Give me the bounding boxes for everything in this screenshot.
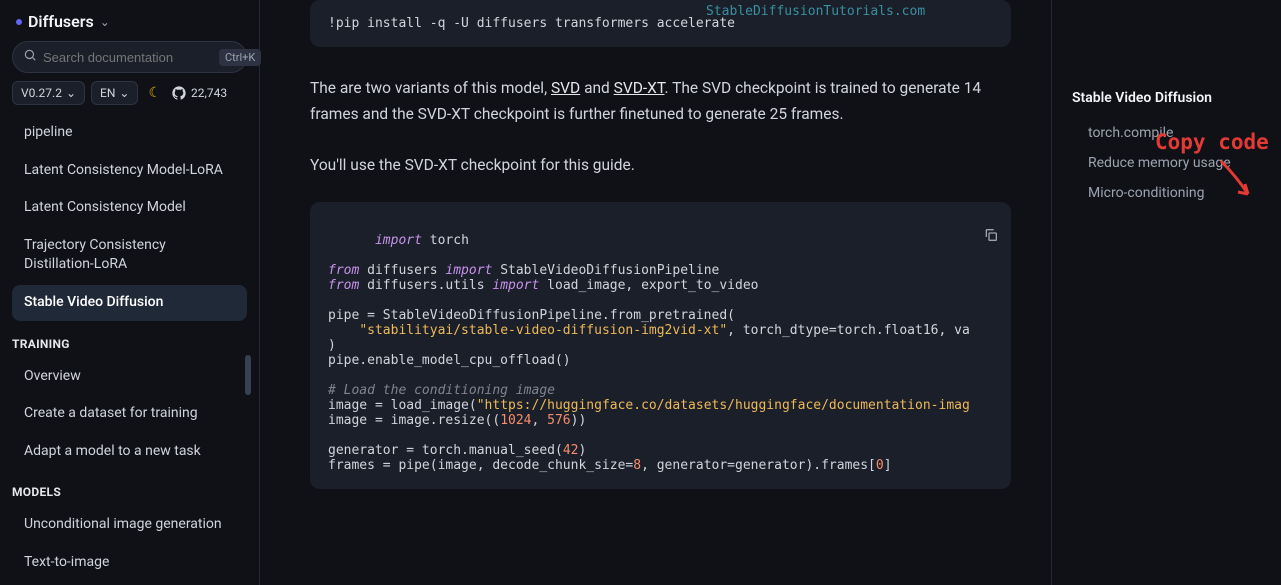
toc-item[interactable]: Reduce memory usage bbox=[1072, 148, 1265, 178]
version-dropdown[interactable]: V0.27.2 ⌄ bbox=[12, 81, 85, 105]
search-kbd: Ctrl+K bbox=[219, 49, 261, 66]
main: !pip install -q -U diffusers transformer… bbox=[260, 0, 1281, 585]
sidebar: Diffusers ⌄ Ctrl+K V0.27.2 ⌄ EN ⌄ ☾ 22,7… bbox=[0, 0, 260, 585]
search-icon bbox=[23, 48, 37, 66]
toc-title[interactable]: Stable Video Diffusion bbox=[1072, 90, 1265, 106]
toc-item[interactable]: torch.compile bbox=[1072, 118, 1265, 148]
code-token bbox=[328, 323, 359, 338]
brand-name: Diffusers bbox=[28, 12, 94, 31]
text: and bbox=[580, 79, 613, 97]
code-block-main: import torch from diffusers import Stabl… bbox=[310, 202, 1011, 489]
code-token: frames = pipe(image, decode_chunk_size= bbox=[328, 458, 633, 473]
paragraph: The are two variants of this model, SVD … bbox=[310, 75, 1011, 128]
code-token: diffusers bbox=[359, 263, 445, 278]
github-stars: 22,743 bbox=[191, 86, 227, 100]
code-token: image = image.resize(( bbox=[328, 413, 500, 428]
paragraph: You'll use the SVD-XT checkpoint for thi… bbox=[310, 152, 1011, 178]
chevron-down-icon: ⌄ bbox=[100, 15, 110, 29]
code-token: 0 bbox=[876, 458, 884, 473]
code-token: "https://huggingface.co/datasets/hugging… bbox=[477, 398, 970, 413]
nav-heading: TRAINING bbox=[12, 323, 247, 359]
lang-label: EN bbox=[100, 86, 115, 100]
code-line: !pip install -q -U diffusers transformer… bbox=[328, 16, 735, 31]
copy-button[interactable] bbox=[920, 212, 999, 262]
code-token: import bbox=[375, 233, 422, 248]
top-controls: V0.27.2 ⌄ EN ⌄ ☾ 22,743 bbox=[8, 81, 251, 115]
sidebar-item[interactable]: Trajectory Consistency Distillation-LoRA bbox=[12, 228, 247, 283]
code-block-install: !pip install -q -U diffusers transformer… bbox=[310, 0, 1011, 47]
code-token: StableVideoDiffusionPipeline bbox=[492, 263, 719, 278]
code-token: from bbox=[328, 278, 359, 293]
code-token: from bbox=[328, 263, 359, 278]
sidebar-item[interactable]: pipeline bbox=[12, 115, 247, 151]
scrollbar-thumb[interactable] bbox=[245, 355, 251, 395]
content: !pip install -q -U diffusers transformer… bbox=[260, 0, 1051, 585]
code-token: 576 bbox=[547, 413, 570, 428]
sidebar-item[interactable]: Adapt a model to a new task bbox=[12, 434, 247, 470]
code-token: ) bbox=[578, 443, 586, 458]
link-svd[interactable]: SVD bbox=[551, 79, 580, 97]
code-token: load_image, export_to_video bbox=[539, 278, 758, 293]
code-token: torch bbox=[422, 233, 469, 248]
code-token: pipe = StableVideoDiffusionPipeline.from… bbox=[328, 308, 735, 323]
code-token: "stabilityai/stable-video-diffusion-img2… bbox=[359, 323, 727, 338]
chevron-down-icon: ⌄ bbox=[66, 86, 76, 100]
code-token: # Load the conditioning image bbox=[328, 383, 555, 398]
search-input[interactable] bbox=[43, 50, 219, 65]
brand-row[interactable]: Diffusers ⌄ bbox=[8, 10, 251, 41]
copy-icon bbox=[983, 227, 999, 243]
version-label: V0.27.2 bbox=[21, 86, 62, 100]
theme-toggle-icon[interactable]: ☾ bbox=[144, 85, 165, 101]
code-token: , torch_dtype=torch.float16, va bbox=[727, 323, 970, 338]
code-token: image = load_image( bbox=[328, 398, 477, 413]
code-token: )) bbox=[571, 413, 587, 428]
code-token: pipe.enable_model_cpu_offload() bbox=[328, 353, 571, 368]
code-token: , bbox=[532, 413, 548, 428]
sidebar-item[interactable]: Create a dataset for training bbox=[12, 396, 247, 432]
sidebar-item[interactable]: Latent Consistency Model bbox=[12, 190, 247, 226]
code-token: ] bbox=[884, 458, 892, 473]
nav-list: pipeline Latent Consistency Model-LoRA L… bbox=[8, 115, 251, 575]
sidebar-item[interactable]: Text-to-image bbox=[12, 545, 247, 575]
text: The are two variants of this model, bbox=[310, 79, 551, 97]
sidebar-item-active[interactable]: Stable Video Diffusion bbox=[12, 285, 247, 321]
code-token: generator = torch.manual_seed( bbox=[328, 443, 563, 458]
github-link[interactable]: 22,743 bbox=[171, 85, 227, 101]
lang-dropdown[interactable]: EN ⌄ bbox=[91, 81, 138, 105]
code-token: 8 bbox=[633, 458, 641, 473]
code-token: import bbox=[492, 278, 539, 293]
github-icon bbox=[171, 85, 187, 101]
toc-item[interactable]: Micro-conditioning bbox=[1072, 178, 1265, 208]
toc: Stable Video Diffusion torch.compile Red… bbox=[1051, 0, 1281, 585]
code-token: import bbox=[445, 263, 492, 278]
search-box[interactable]: Ctrl+K bbox=[12, 41, 247, 73]
sidebar-item[interactable]: Unconditional image generation bbox=[12, 507, 247, 543]
nav-heading: MODELS bbox=[12, 471, 247, 507]
code-token: 1024 bbox=[500, 413, 531, 428]
link-svd-xt[interactable]: SVD-XT bbox=[614, 79, 665, 97]
sidebar-item[interactable]: Overview bbox=[12, 359, 247, 395]
chevron-down-icon: ⌄ bbox=[119, 86, 129, 100]
code-token: , generator=generator).frames[ bbox=[641, 458, 876, 473]
code-token: ) bbox=[328, 338, 336, 353]
code-token: 42 bbox=[563, 443, 579, 458]
brand-dot-icon bbox=[16, 19, 22, 25]
sidebar-item[interactable]: Latent Consistency Model-LoRA bbox=[12, 153, 247, 189]
code-token: diffusers.utils bbox=[359, 278, 492, 293]
